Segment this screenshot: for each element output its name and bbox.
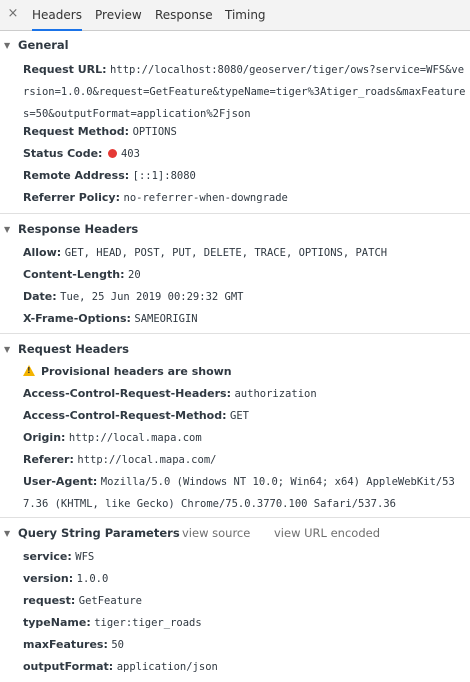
remote-address-row: Remote Address: [::1]:8080 (23, 165, 466, 187)
header-value: http://local.mapa.com (68, 432, 202, 444)
param-value: application/json (116, 661, 218, 673)
tab-response[interactable]: Response (155, 0, 213, 31)
status-code-row: Status Code: 403 (23, 143, 466, 165)
header-value: GET (230, 410, 249, 422)
request-method-key: Request Method: (23, 125, 130, 138)
tab-headers[interactable]: Headers (32, 0, 82, 31)
collapse-arrow-icon: ▼ (4, 528, 11, 538)
status-code-key: Status Code: (23, 147, 103, 160)
header-value: 20 (128, 269, 141, 281)
param-value: 50 (111, 639, 125, 651)
referrer-policy-value: no-referrer-when-downgrade (123, 192, 288, 204)
user-agent-row: User-Agent: Mozilla/5.0 (Windows NT 10.0… (23, 471, 467, 515)
section-divider (0, 333, 470, 334)
param-value: WFS (75, 551, 95, 563)
remote-address-key: Remote Address: (23, 169, 130, 182)
param-key: maxFeatures: (23, 638, 108, 651)
tab-preview[interactable]: Preview (95, 0, 142, 31)
header-key: Access-Control-Request-Headers: (23, 387, 231, 400)
section-title: Query String Parameters (18, 526, 180, 540)
header-value: authorization (234, 388, 317, 400)
collapse-arrow-icon: ▼ (4, 40, 11, 50)
referrer-policy-row: Referrer Policy: no-referrer-when-downgr… (23, 187, 466, 209)
close-icon[interactable]: × (7, 7, 19, 20)
collapse-arrow-icon: ▼ (4, 224, 11, 234)
param-value: GetFeature (78, 595, 142, 607)
header-key: Access-Control-Request-Method: (23, 409, 227, 422)
param-row: version: 1.0.0 (23, 568, 466, 590)
header-value: Tue, 25 Jun 2019 00:29:32 GMT (60, 291, 244, 303)
param-key: typeName: (23, 616, 91, 629)
header-row: Access-Control-Request-Method: GET (23, 405, 466, 427)
param-value: tiger:tiger_roads (94, 617, 202, 629)
header-row: Referer: http://local.mapa.com/ (23, 449, 466, 471)
header-key: Referer: (23, 453, 74, 466)
section-query-string-header[interactable]: ▼ Query String Parameters view source vi… (0, 522, 470, 544)
header-value: GET, HEAD, POST, PUT, DELETE, TRACE, OPT… (64, 247, 388, 259)
section-divider (0, 517, 470, 518)
section-title: Response Headers (18, 222, 139, 236)
request-url-row: Request URL: http://localhost:8080/geose… (23, 59, 467, 125)
header-row: Allow: GET, HEAD, POST, PUT, DELETE, TRA… (23, 242, 466, 264)
param-row: request: GetFeature (23, 590, 466, 612)
param-row: service: WFS (23, 546, 466, 568)
section-title: Request Headers (18, 342, 129, 356)
param-row: typeName: tiger:tiger_roads (23, 612, 466, 634)
header-value: SAMEORIGIN (134, 313, 198, 325)
header-key: Content-Length: (23, 268, 125, 281)
view-url-encoded-link[interactable]: view URL encoded (274, 522, 380, 544)
header-key: Allow: (23, 246, 62, 259)
header-row: Origin: http://local.mapa.com (23, 427, 466, 449)
header-row: Date: Tue, 25 Jun 2019 00:29:32 GMT (23, 286, 466, 308)
header-row: Access-Control-Request-Headers: authoriz… (23, 383, 466, 405)
remote-address-value: [::1]:8080 (132, 170, 196, 182)
header-key: Date: (23, 290, 57, 303)
section-general-header[interactable]: ▼ General (0, 34, 470, 56)
header-value: http://local.mapa.com/ (77, 454, 217, 466)
view-source-link[interactable]: view source (182, 522, 250, 544)
status-code-value: 403 (120, 148, 140, 160)
warning-text: Provisional headers are shown (41, 365, 232, 378)
section-response-headers-header[interactable]: ▼ Response Headers (0, 218, 470, 240)
request-method-value: OPTIONS (132, 126, 177, 138)
header-key: Origin: (23, 431, 66, 444)
param-key: service: (23, 550, 72, 563)
param-row: outputFormat: application/json (23, 656, 466, 678)
header-row: X-Frame-Options: SAMEORIGIN (23, 308, 466, 330)
status-dot-icon (107, 149, 117, 158)
header-key: X-Frame-Options: (23, 312, 131, 325)
provisional-warning: Provisional headers are shown (23, 361, 466, 383)
param-key: outputFormat: (23, 660, 114, 673)
param-row: maxFeatures: 50 (23, 634, 466, 656)
section-title: General (18, 38, 69, 52)
tab-timing[interactable]: Timing (225, 0, 266, 31)
referrer-policy-key: Referrer Policy: (23, 191, 120, 204)
param-key: version: (23, 572, 74, 585)
collapse-arrow-icon: ▼ (4, 344, 11, 354)
param-key: request: (23, 594, 76, 607)
header-row: Content-Length: 20 (23, 264, 466, 286)
request-url-key: Request URL: (23, 63, 107, 76)
user-agent-key: User-Agent: (23, 475, 98, 488)
devtools-tab-bar: × Headers Preview Response Timing (0, 0, 470, 31)
warning-icon (23, 365, 35, 376)
request-method-row: Request Method: OPTIONS (23, 121, 466, 143)
section-divider (0, 213, 470, 214)
section-request-headers-header[interactable]: ▼ Request Headers (0, 338, 470, 360)
param-value: 1.0.0 (76, 573, 109, 585)
